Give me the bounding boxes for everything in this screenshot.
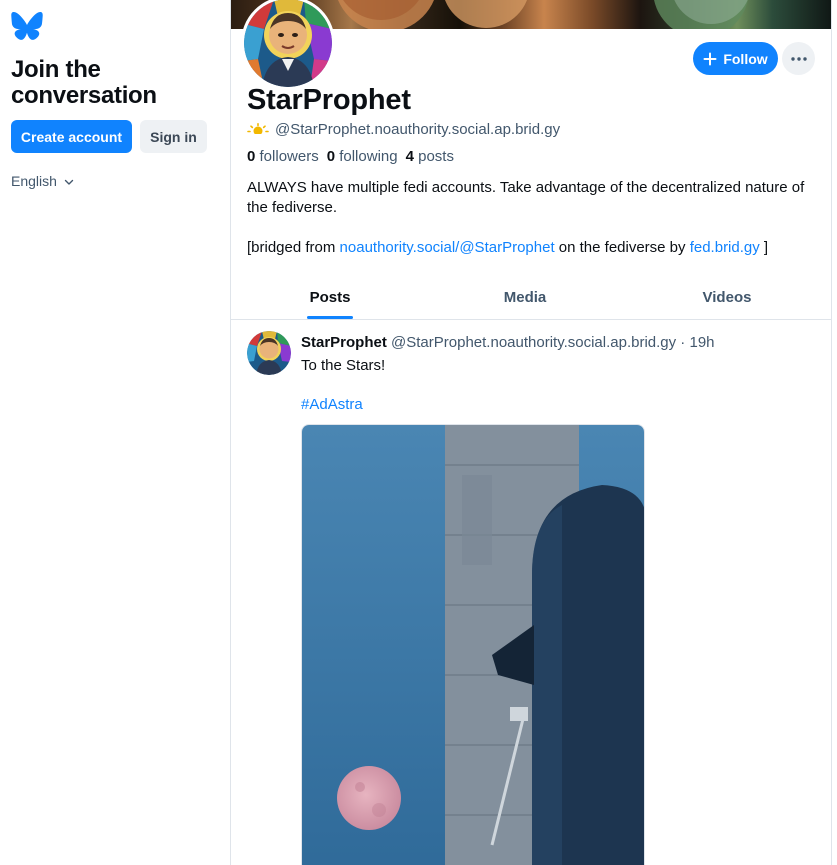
- profile-handle-row: @StarProphet.noauthority.social.ap.brid.…: [247, 121, 560, 138]
- ellipsis-icon: [790, 56, 807, 61]
- posts-label: posts: [418, 148, 454, 165]
- post-author-name[interactable]: StarProphet: [301, 334, 387, 351]
- tab-media[interactable]: Media: [429, 276, 621, 319]
- post-separator: ·: [676, 334, 690, 351]
- post-time[interactable]: 19h: [689, 334, 714, 351]
- bridge-service-link[interactable]: fed.brid.gy: [690, 239, 760, 256]
- post-header: StarProphet @StarProphet.noauthority.soc…: [301, 334, 715, 351]
- profile-bio: ALWAYS have multiple fedi accounts. Take…: [247, 178, 807, 258]
- followers-stat[interactable]: 0 followers: [247, 148, 319, 165]
- follow-button[interactable]: Follow: [693, 42, 778, 75]
- bridge-suffix: ]: [759, 239, 769, 256]
- tab-posts[interactable]: Posts: [231, 276, 429, 319]
- tab-posts-label: Posts: [309, 289, 351, 306]
- post-hashtag[interactable]: #AdAstra: [301, 396, 363, 413]
- post-author-handle[interactable]: @StarProphet.noauthority.social.ap.brid.…: [391, 334, 676, 351]
- rocket-moon-photo: [302, 425, 644, 865]
- post-author-avatar[interactable]: [247, 331, 291, 375]
- create-account-button[interactable]: Create account: [11, 120, 132, 153]
- profile-column: Follow StarProphet @StarProphet.noauthor…: [230, 0, 832, 865]
- follow-label: Follow: [723, 50, 768, 67]
- plus-icon: [703, 52, 717, 65]
- stained-glass-portrait-image: [244, 0, 332, 87]
- profile-handle: @StarProphet.noauthority.social.ap.brid.…: [275, 121, 561, 138]
- bio-text: ALWAYS have multiple fedi accounts. Take…: [247, 179, 805, 216]
- following-count: 0: [326, 148, 336, 165]
- bridge-prefix: [bridged from: [247, 239, 340, 256]
- bridge-note: [bridged from noauthority.social/@StarPr…: [247, 238, 807, 258]
- active-tab-indicator: [307, 316, 353, 319]
- feed-post[interactable]: StarProphet @StarProphet.noauthority.soc…: [231, 320, 831, 865]
- post-image[interactable]: [301, 424, 645, 865]
- left-sidebar: Join the conversation Create account Sig…: [0, 0, 230, 865]
- sign-in-button[interactable]: Sign in: [140, 120, 207, 153]
- sun-emoji-icon: [247, 122, 269, 137]
- stained-glass-portrait-image: [247, 331, 291, 375]
- profile-stats: 0 followers 0 following 4 posts: [247, 148, 454, 165]
- profile-avatar[interactable]: [241, 0, 335, 90]
- post-text: To the Stars!: [301, 357, 386, 374]
- tab-media-label: Media: [503, 289, 547, 306]
- bridge-source-link[interactable]: noauthority.social/@StarProphet: [340, 239, 555, 256]
- language-selector[interactable]: English: [11, 173, 75, 189]
- tab-videos-label: Videos: [702, 289, 752, 306]
- profile-display-name: StarProphet: [247, 84, 411, 116]
- followers-label: followers: [259, 148, 319, 165]
- followers-count: 0: [247, 148, 256, 165]
- join-title: Join the conversation: [11, 56, 157, 109]
- more-options-button[interactable]: [782, 42, 815, 75]
- following-label: following: [339, 148, 398, 165]
- butterfly-icon[interactable]: [11, 12, 43, 40]
- chevron-down-icon: [64, 179, 74, 185]
- language-label: English: [11, 173, 57, 189]
- following-stat[interactable]: 0 following: [327, 148, 398, 165]
- profile-tabs: Posts Media Videos: [231, 276, 831, 320]
- posts-count: 4: [405, 148, 414, 165]
- posts-stat: 4 posts: [406, 148, 454, 165]
- bridge-middle: on the fediverse by: [554, 239, 690, 256]
- tab-videos[interactable]: Videos: [621, 276, 831, 319]
